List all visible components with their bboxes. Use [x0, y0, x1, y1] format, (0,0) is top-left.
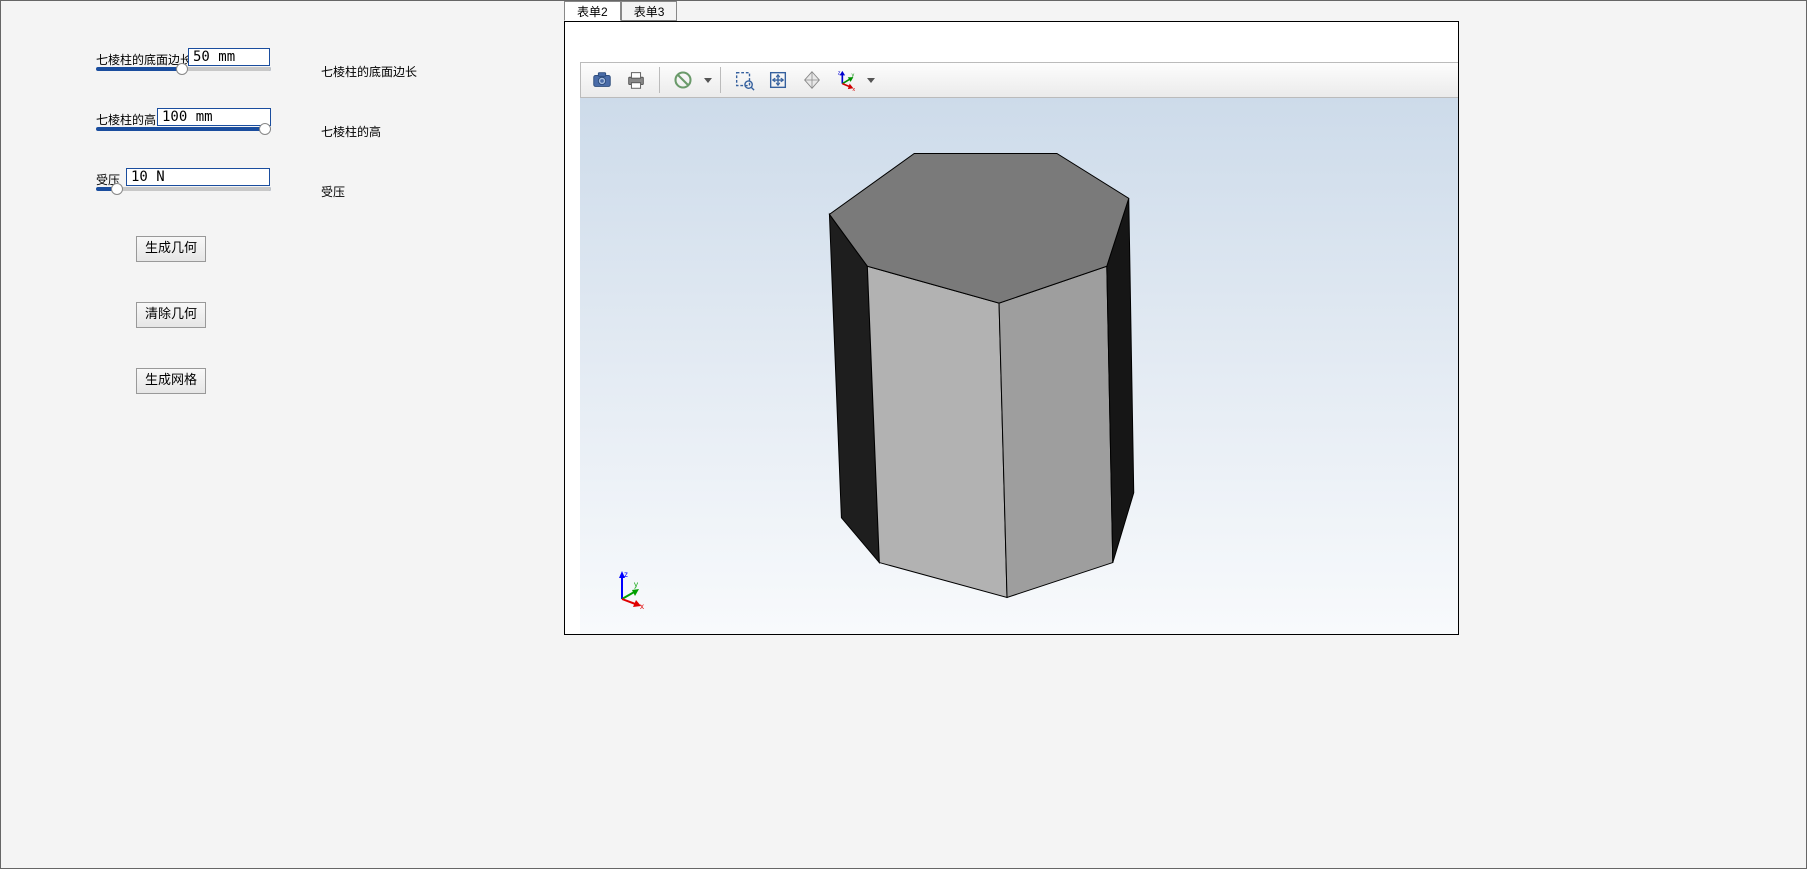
app-window: 表单2 表单3 七棱柱的底面边长 七棱柱的底面边长 七棱柱的高 七棱柱的高 受: [0, 0, 1807, 869]
3d-viewport[interactable]: z y x: [580, 98, 1458, 634]
reset-view-icon[interactable]: [797, 65, 827, 95]
left-panel: 七棱柱的底面边长 七棱柱的底面边长 七棱柱的高 七棱柱的高 受压: [1, 21, 561, 866]
svg-text:x: x: [852, 87, 855, 91]
chevron-down-icon[interactable]: [704, 78, 712, 83]
param-height: 七棱柱的高 七棱柱的高: [11, 111, 551, 146]
prism-render: [580, 98, 1458, 634]
height-input[interactable]: [157, 108, 271, 126]
action-buttons: 生成几何 清除几何 生成网格: [136, 236, 206, 394]
chevron-down-icon[interactable]: [867, 78, 875, 83]
fit-icon[interactable]: [763, 65, 793, 95]
param-pressure: 受压 受压: [11, 171, 551, 206]
axes-orientation-icon: z y x: [610, 569, 650, 609]
svg-text:y: y: [852, 72, 855, 78]
base-edge-input[interactable]: [188, 48, 270, 66]
tab-bar: 表单2 表单3: [564, 1, 677, 21]
zoom-box-icon[interactable]: [729, 65, 759, 95]
pressure-slider-thumb[interactable]: [111, 183, 123, 195]
viewer-toolbar: z y x: [580, 62, 1458, 98]
tab-form2[interactable]: 表单2: [564, 1, 621, 21]
camera-icon[interactable]: [587, 65, 617, 95]
clear-geometry-button[interactable]: 清除几何: [136, 302, 206, 328]
svg-text:y: y: [634, 580, 638, 589]
print-icon[interactable]: [621, 65, 651, 95]
base-edge-slider-thumb[interactable]: [176, 63, 188, 75]
viewer-frame: z y x: [564, 21, 1459, 635]
tab-form3[interactable]: 表单3: [621, 1, 678, 21]
base-edge-side-label: 七棱柱的底面边长: [321, 63, 417, 80]
pressure-side-label: 受压: [321, 183, 345, 200]
svg-text:z: z: [838, 71, 841, 77]
height-slider[interactable]: [96, 127, 271, 131]
axes-icon[interactable]: z y x: [831, 65, 861, 95]
toolbar-separator: [659, 67, 660, 93]
height-slider-thumb[interactable]: [259, 123, 271, 135]
height-label: 七棱柱的高: [96, 111, 156, 128]
deny-icon[interactable]: [668, 65, 698, 95]
svg-text:x: x: [640, 602, 644, 609]
svg-text:z: z: [624, 570, 628, 579]
generate-mesh-button[interactable]: 生成网格: [136, 368, 206, 394]
param-base-edge: 七棱柱的底面边长 七棱柱的底面边长: [11, 51, 551, 86]
height-side-label: 七棱柱的高: [321, 123, 381, 140]
generate-geometry-button[interactable]: 生成几何: [136, 236, 206, 262]
pressure-input[interactable]: [126, 168, 270, 186]
toolbar-separator: [720, 67, 721, 93]
